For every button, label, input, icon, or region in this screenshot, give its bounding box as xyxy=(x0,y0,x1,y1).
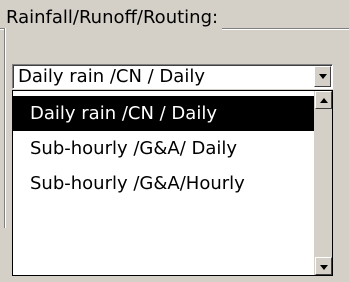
scroll-down-button[interactable] xyxy=(315,257,332,275)
chevron-up-icon xyxy=(320,98,328,103)
dropdown-scrollbar[interactable] xyxy=(314,91,332,275)
scroll-track[interactable] xyxy=(315,109,332,257)
groupbox-border-left xyxy=(4,28,6,228)
option-subhourly-ga-daily[interactable]: Sub-hourly /G&A/ Daily xyxy=(13,131,315,166)
option-daily-rain-cn-daily[interactable]: Daily rain /CN / Daily xyxy=(13,96,315,131)
chevron-down-icon xyxy=(319,74,327,79)
group-title: Rainfall/Runoff/Routing: xyxy=(6,6,223,30)
combobox-selected-value: Daily rain /CN / Daily xyxy=(18,66,205,87)
scroll-up-button[interactable] xyxy=(315,91,332,109)
rainfall-runoff-routing-combobox[interactable]: Daily rain /CN / Daily xyxy=(12,64,333,89)
dropdown-list[interactable]: Daily rain /CN / Daily Sub-hourly /G&A/ … xyxy=(12,90,333,276)
combobox-dropdown-button[interactable] xyxy=(314,66,331,87)
chevron-down-icon xyxy=(320,265,328,270)
option-subhourly-ga-hourly[interactable]: Sub-hourly /G&A/Hourly xyxy=(13,166,315,201)
